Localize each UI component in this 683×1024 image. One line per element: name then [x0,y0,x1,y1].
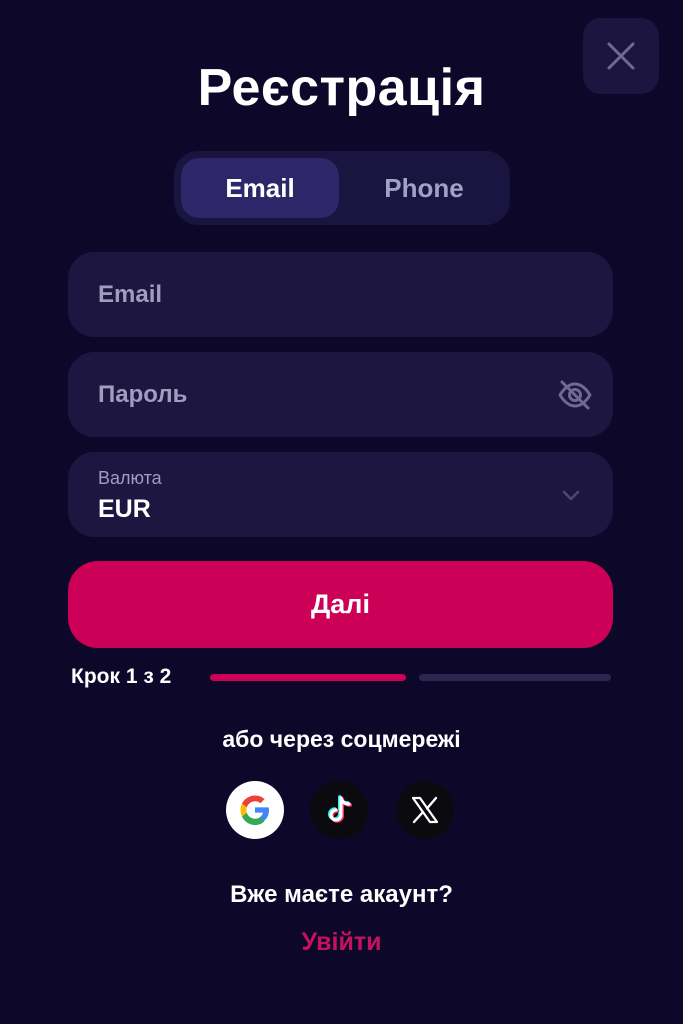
google-icon [240,795,269,825]
login-link[interactable]: Увійти [0,928,683,957]
password-placeholder: Пароль [98,380,188,408]
x-login-button[interactable] [396,781,454,839]
social-login-heading: або через соцмережі [222,726,461,752]
registration-method-tabs: Email Phone [174,151,510,225]
currency-select[interactable]: Валюта EUR [68,452,613,537]
eye-off-icon [558,380,592,409]
step-indicator: Крок 1 з 2 [71,665,172,688]
chevron-down-icon [562,490,580,500]
tiktok-login-button[interactable] [310,781,368,839]
email-placeholder: Email [98,280,163,308]
tab-email[interactable]: Email [181,158,339,218]
currency-value: EUR [98,495,151,523]
progress-step-completed [210,674,406,681]
google-login-button[interactable] [226,781,284,839]
email-field[interactable]: Email [68,252,613,337]
have-account-text: Вже маєте акаунт? [230,881,453,908]
progress-step-remaining [419,674,611,681]
tiktok-icon [328,795,353,823]
tab-phone[interactable]: Phone [345,158,503,218]
currency-label: Валюта [98,468,162,488]
page-title: Реєстрація [197,59,486,117]
x-icon [411,796,439,824]
toggle-password-visibility[interactable] [555,375,595,415]
next-button[interactable]: Далі [68,561,613,648]
password-field[interactable]: Пароль [68,352,613,437]
